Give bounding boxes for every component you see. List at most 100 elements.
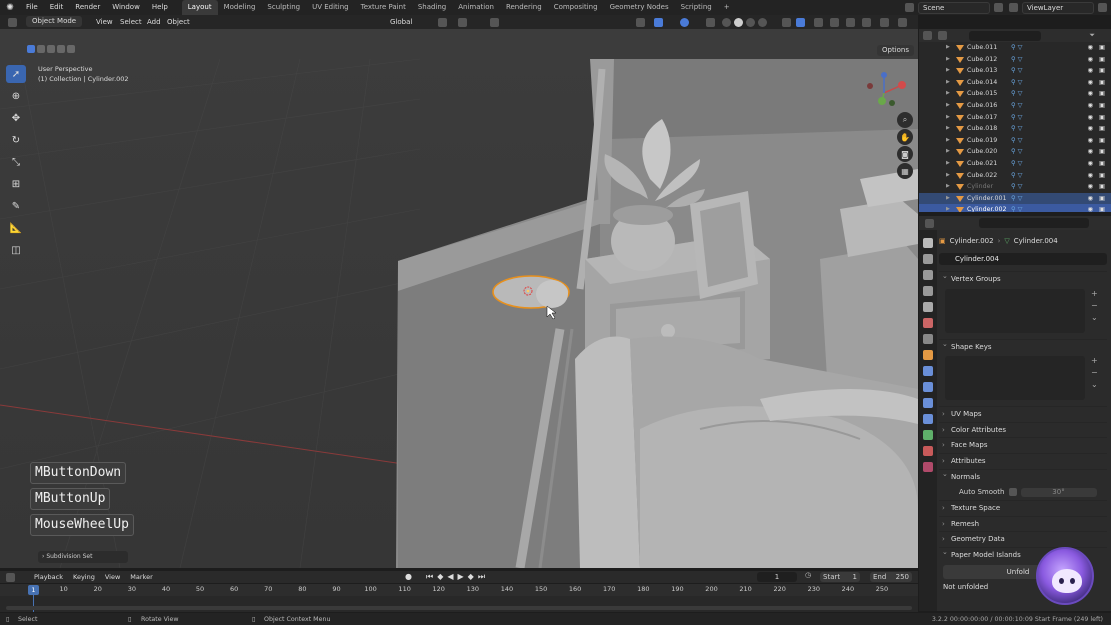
display-mode-icon[interactable] (938, 31, 947, 40)
world-tab-icon[interactable] (923, 318, 933, 328)
menu-view[interactable]: View (96, 15, 113, 29)
timeline[interactable]: 10 20 30 40 50 60 70 80 90 100 110 120 130 140 150 160 1… (0, 584, 918, 612)
render-camera-icon[interactable]: ▣ (1099, 65, 1105, 77)
render-camera-icon[interactable]: ▣ (1099, 77, 1105, 89)
mesh-datablock-field[interactable]: Cylinder.004 (939, 253, 1107, 265)
panel-header[interactable]: Remesh (939, 515, 1107, 532)
playhead[interactable]: 1 (28, 585, 39, 595)
outliner-editor-icon[interactable] (923, 31, 932, 40)
perspective-toggle-icon[interactable]: ▦ (897, 163, 913, 179)
modifier-mesh-icons[interactable]: ⚲ ▽ (1011, 170, 1022, 182)
menu-window[interactable]: Window (106, 0, 146, 15)
modifier-tab-icon[interactable] (923, 366, 933, 376)
jump-end-icon[interactable]: ⏭ (478, 572, 485, 582)
last-operator-panel[interactable]: › Subdivision Set (38, 551, 128, 563)
render-camera-icon[interactable]: ▣ (1099, 100, 1105, 112)
scene-field[interactable]: Scene (918, 1, 990, 14)
camera-view-icon[interactable]: ◙ (897, 146, 913, 162)
outliner-item[interactable]: ▶ Cube.022 ⚲ ▽ ◉ ▣ (919, 170, 1111, 182)
panel-header[interactable]: Vertex Groups (939, 269, 1107, 287)
eye-icon[interactable]: ◉ (1088, 65, 1094, 77)
eye-icon[interactable]: ◉ (1088, 135, 1094, 147)
menu-keying[interactable]: Keying (68, 573, 100, 581)
eye-icon[interactable]: ◉ (1088, 77, 1094, 89)
timeline-ruler[interactable]: 10 20 30 40 50 60 70 80 90 100 110 120 130 140 150 160 1… (0, 584, 918, 596)
outliner-item[interactable]: ▶ Cylinder.002 ⚲ ▽ ◉ ▣ (919, 204, 1111, 212)
menu-playback[interactable]: Playback (29, 573, 68, 581)
render-camera-icon[interactable]: ▣ (1099, 181, 1105, 193)
select-invert-icon[interactable] (57, 45, 65, 53)
modifier-mesh-icons[interactable]: ⚲ ▽ (1011, 135, 1022, 147)
tab-rendering[interactable]: Rendering (500, 0, 548, 15)
object-mode-dropdown[interactable]: Object Mode (26, 16, 83, 27)
select-box-tool-icon[interactable]: ➚ (6, 65, 26, 83)
menu-marker[interactable]: Marker (125, 573, 157, 581)
view-layer-field[interactable]: ViewLayer (1022, 1, 1094, 14)
render-camera-icon[interactable]: ▣ (1099, 135, 1105, 147)
properties-editor-icon[interactable] (925, 219, 934, 228)
expand-arrow-icon[interactable]: ▶ (946, 100, 950, 112)
panel-header[interactable]: Face Maps (939, 437, 1107, 454)
pivot-icon[interactable] (438, 18, 447, 27)
expand-arrow-icon[interactable]: ▶ (946, 88, 950, 100)
tab-shading[interactable]: Shading (412, 0, 452, 15)
end-frame-field[interactable]: End 250 (870, 572, 912, 582)
axis-x-icon[interactable] (814, 18, 823, 27)
new-view-layer-icon[interactable] (1098, 3, 1107, 12)
chevron-down-icon[interactable]: ⌄ (1091, 380, 1098, 389)
expand-arrow-icon[interactable]: ▶ (946, 123, 950, 135)
render-camera-icon[interactable]: ▣ (1099, 204, 1105, 212)
particles-tab-icon[interactable] (923, 382, 933, 392)
annotate-tool-icon[interactable]: ✎ (6, 197, 26, 215)
modifier-mesh-icons[interactable]: ⚲ ▽ (1011, 100, 1022, 112)
next-keyframe-icon[interactable]: ◆ (468, 572, 474, 582)
outliner-item[interactable]: ▶ Cube.014 ⚲ ▽ ◉ ▣ (919, 77, 1111, 89)
modifier-mesh-icons[interactable]: ⚲ ▽ (1011, 88, 1022, 100)
outliner-item[interactable]: ▶ Cylinder.001 ⚲ ▽ ◉ ▣ (919, 192, 1111, 205)
eye-icon[interactable]: ◉ (1088, 88, 1094, 100)
tab-compositing[interactable]: Compositing (548, 0, 604, 15)
outliner-item[interactable]: ▶ Cube.021 ⚲ ▽ ◉ ▣ (919, 158, 1111, 170)
solid-shading-icon[interactable] (734, 18, 743, 27)
tab-scripting[interactable]: Scripting (675, 0, 718, 15)
menu-select[interactable]: Select (120, 15, 142, 29)
new-scene-icon[interactable] (994, 3, 1003, 12)
eye-icon[interactable]: ◉ (1088, 146, 1094, 158)
snap-icon[interactable] (458, 18, 467, 27)
outliner-item[interactable]: ▶ Cube.019 ⚲ ▽ ◉ ▣ (919, 135, 1111, 147)
scale-tool-icon[interactable]: ⤡ (6, 153, 26, 171)
tab-layout[interactable]: Layout (181, 0, 218, 15)
modifier-mesh-icons[interactable]: ⚲ ▽ (1011, 54, 1022, 66)
options-dropdown[interactable]: Options (877, 45, 915, 56)
editor-type-icon[interactable] (8, 18, 17, 27)
remove-icon[interactable]: − (1091, 301, 1098, 310)
physics-tab-icon[interactable] (923, 398, 933, 408)
timeline-scrollbar[interactable] (6, 606, 912, 610)
eye-icon[interactable]: ◉ (1088, 158, 1094, 170)
pan-view-icon[interactable]: ✋ (897, 129, 913, 145)
select-new-icon[interactable] (27, 45, 35, 53)
prev-keyframe-icon[interactable]: ◆ (437, 572, 443, 582)
header-extra-icon[interactable] (898, 18, 907, 27)
mesh-data-tab-icon[interactable] (923, 430, 933, 440)
properties-search-input[interactable] (979, 218, 1089, 228)
menu-add[interactable]: Add (147, 15, 161, 29)
material-shading-icon[interactable] (746, 18, 755, 27)
eye-icon[interactable]: ◉ (1088, 112, 1094, 124)
cursor-tool-icon[interactable]: ⊕ (6, 87, 26, 105)
add-workspace-button[interactable]: + (718, 0, 736, 15)
material-tab-icon[interactable] (923, 446, 933, 456)
object-tab-icon[interactable] (923, 350, 933, 360)
auto-merge-icon[interactable] (880, 18, 889, 27)
panel-header[interactable]: Color Attributes (939, 421, 1107, 438)
menu-help[interactable]: Help (146, 0, 174, 15)
measure-tool-icon[interactable]: 📐 (6, 219, 26, 237)
expand-arrow-icon[interactable]: ▶ (946, 65, 950, 77)
expand-arrow-icon[interactable]: ▶ (946, 54, 950, 66)
shape-keys-list[interactable]: + − ⌄ (945, 356, 1098, 401)
outliner-item[interactable]: ▶ Cube.016 ⚲ ▽ ◉ ▣ (919, 100, 1111, 112)
render-camera-icon[interactable]: ▣ (1099, 146, 1105, 158)
texture-tab-icon[interactable] (923, 462, 933, 472)
menu-file[interactable]: File (20, 0, 44, 15)
auto-smooth-checkbox[interactable] (1008, 488, 1017, 497)
